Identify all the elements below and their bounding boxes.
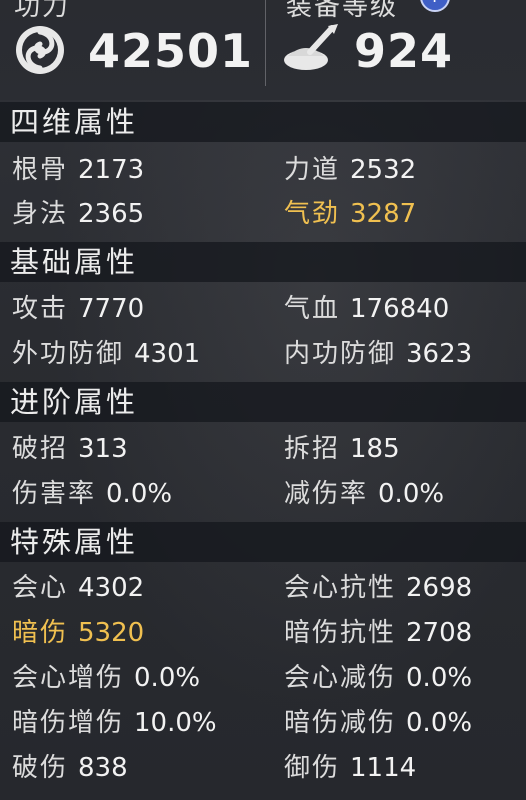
stat-item: 气血 176840 (284, 294, 450, 324)
power-label: 功力 (14, 0, 71, 22)
stat-item-highlight: 气劲 3287 (284, 199, 417, 229)
section-header-special: 特殊属性 (0, 522, 526, 562)
stat-item: 暗伤抗性 2708 (284, 618, 473, 648)
stat-item: 减伤率 0.0% (284, 479, 445, 509)
ingot-brush-icon (280, 22, 344, 78)
stat-item: 力道 2532 (284, 155, 417, 185)
summary-header: 功力 装备等级 ? 42501 924 (0, 0, 526, 100)
stat-item: 攻击 7770 (12, 294, 145, 324)
stat-row: 暗伤增伤 10.0% 暗伤减伤 0.0% (0, 701, 526, 745)
stat-item: 暗伤减伤 0.0% (284, 708, 473, 738)
power-value: 42501 (88, 24, 254, 78)
stat-item: 根骨 2173 (12, 155, 145, 185)
help-icon[interactable]: ? (420, 0, 450, 12)
gear-level-label: 装备等级 (286, 0, 399, 22)
stat-item: 会心减伤 0.0% (284, 663, 473, 693)
stat-item: 伤害率 0.0% (12, 479, 173, 509)
stat-item: 破招 313 (12, 434, 128, 464)
stat-row: 伤害率 0.0% 减伤率 0.0% (0, 472, 526, 516)
stat-item: 外功防御 4301 (12, 339, 201, 369)
gear-level-value: 924 (354, 24, 454, 78)
stat-item: 会心 4302 (12, 573, 145, 603)
stat-item: 内功防御 3623 (284, 339, 473, 369)
section-header-advanced: 进阶属性 (0, 382, 526, 422)
stat-item: 暗伤增伤 10.0% (12, 708, 217, 738)
stat-row: 暗伤 5320 暗伤抗性 2708 (0, 611, 526, 655)
stat-row: 破伤 838 御伤 1114 (0, 746, 526, 790)
swirl-emblem-icon (10, 22, 74, 78)
stat-row: 破招 313 拆招 185 (0, 427, 526, 471)
stat-item: 身法 2365 (12, 199, 145, 229)
stat-row: 外功防御 4301 内功防御 3623 (0, 332, 526, 376)
stat-item: 御伤 1114 (284, 753, 417, 783)
stat-item: 破伤 838 (12, 753, 128, 783)
stat-row: 会心增伤 0.0% 会心减伤 0.0% (0, 656, 526, 700)
stat-row: 攻击 7770 气血 176840 (0, 287, 526, 331)
stat-item: 会心抗性 2698 (284, 573, 473, 603)
stat-row: 根骨 2173 力道 2532 (0, 148, 526, 192)
header-divider (265, 0, 266, 86)
stat-row: 会心 4302 会心抗性 2698 (0, 566, 526, 610)
section-header-four-dim: 四维属性 (0, 102, 526, 142)
stat-item: 会心增伤 0.0% (12, 663, 201, 693)
stat-row: 身法 2365 气劲 3287 (0, 192, 526, 236)
stat-item-highlight: 暗伤 5320 (12, 618, 145, 648)
stat-item: 拆招 185 (284, 434, 400, 464)
section-header-basic: 基础属性 (0, 242, 526, 282)
